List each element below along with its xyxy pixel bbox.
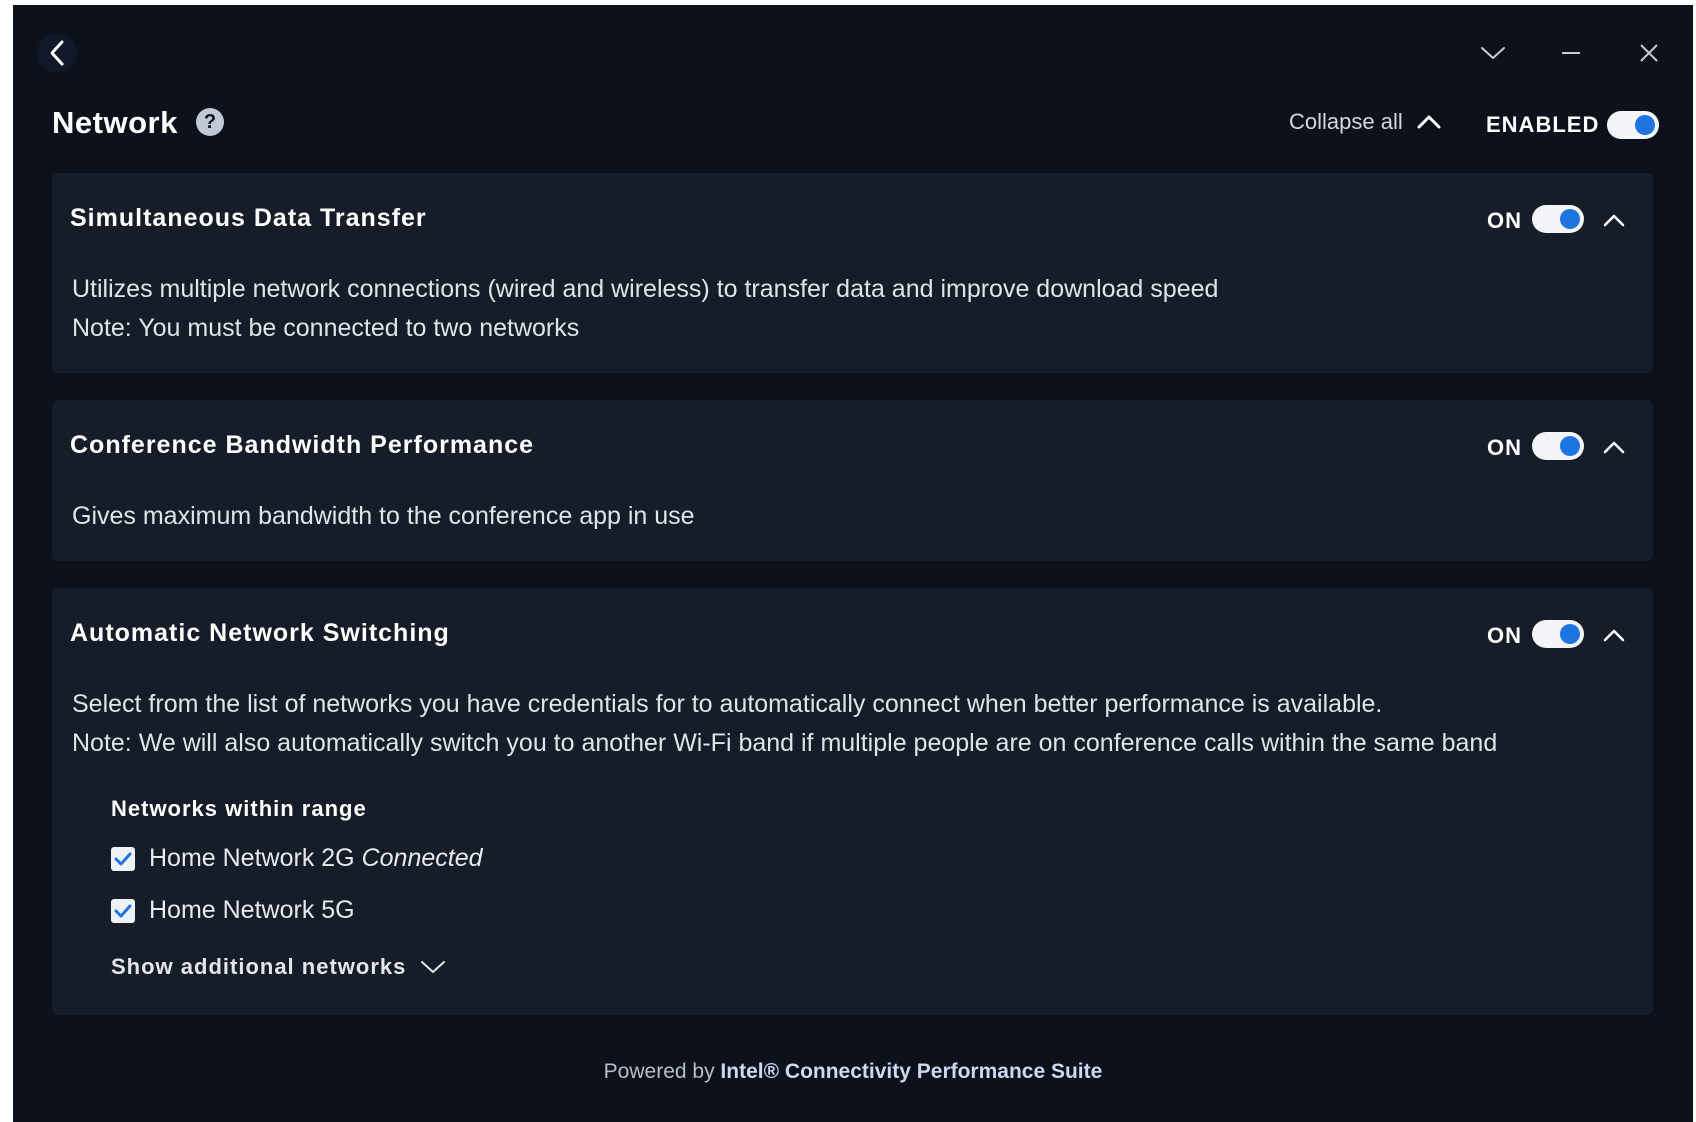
collapse-section-button[interactable] [1597,618,1631,652]
network-checkbox[interactable] [111,846,135,871]
network-checkbox[interactable] [111,898,135,923]
minimize-icon [1562,52,1580,54]
section-automatic-network-switching: Automatic Network Switching ON Select fr… [52,588,1653,1015]
checkmark-icon [114,852,132,865]
close-button[interactable] [1631,35,1667,71]
section-conference-bandwidth-performance: Conference Bandwidth Performance ON Give… [52,400,1653,561]
chevron-down-icon [1481,47,1505,59]
toggle-knob [1560,436,1580,456]
toggle-label: ON [1487,623,1522,648]
footer: Powered by Intel® Connectivity Performan… [13,1060,1693,1084]
network-list-item: Home Network 2G Connected [111,844,483,873]
automatic-network-switching-toggle[interactable] [1532,620,1584,648]
chevron-down-icon [421,961,446,973]
footer-brand: Intel® Connectivity Performance Suite [720,1060,1103,1083]
description-line: Utilizes multiple network connections (w… [72,275,1219,303]
network-name: Home Network 5G [149,896,355,924]
section-description: Gives maximum bandwidth to the conferenc… [72,497,695,536]
collapse-section-button[interactable] [1597,430,1631,464]
description-line: Note: You must be connected to two netwo… [72,314,580,342]
chevron-up-icon [1603,214,1625,227]
chevron-up-icon [1603,629,1625,642]
networks-heading: Networks within range [111,796,367,821]
close-icon [1640,44,1658,62]
section-simultaneous-data-transfer: Simultaneous Data Transfer ON Utilizes m… [52,173,1653,373]
toggle-knob [1560,209,1580,229]
master-toggle[interactable] [1607,111,1659,139]
chevron-left-icon [50,40,64,66]
simultaneous-data-transfer-toggle[interactable] [1532,205,1584,233]
collapse-all-label: Collapse all [1289,109,1403,134]
description-line: Select from the list of networks you hav… [72,690,1383,718]
chevron-up-icon [1603,441,1625,454]
master-toggle-label: ENABLED [1486,112,1600,137]
footer-prefix: Powered by [603,1060,715,1083]
section-description: Select from the list of networks you hav… [72,685,1497,763]
chevron-up-icon [1417,115,1441,129]
toggle-label: ON [1487,435,1522,460]
checkmark-icon [114,904,132,917]
dropdown-button[interactable] [1475,35,1511,71]
minimize-button[interactable] [1553,35,1589,71]
help-icon[interactable]: ? [196,108,224,136]
page-title: Network [52,105,178,140]
network-status: Connected [361,844,483,872]
description-line: Gives maximum bandwidth to the conferenc… [72,502,695,530]
conference-bandwidth-toggle[interactable] [1532,432,1584,460]
title-bar [13,5,1693,95]
app-window: Network ? Collapse all ENABLED Simultane… [13,5,1693,1122]
show-more-label: Show additional networks [111,954,407,979]
toggle-knob [1635,115,1655,135]
section-title: Simultaneous Data Transfer [70,204,427,232]
show-additional-networks-button[interactable]: Show additional networks [111,954,446,980]
section-description: Utilizes multiple network connections (w… [72,270,1218,348]
toggle-knob [1560,624,1580,644]
toggle-label: ON [1487,208,1522,233]
section-title: Conference Bandwidth Performance [70,431,535,459]
back-button[interactable] [37,33,77,73]
collapse-all-button[interactable]: Collapse all [1289,109,1441,135]
collapse-section-button[interactable] [1597,203,1631,237]
section-title: Automatic Network Switching [70,619,450,647]
network-name: Home Network 2G [149,844,355,872]
network-list-item: Home Network 5G [111,896,355,925]
description-line: Note: We will also automatically switch … [72,729,1498,757]
